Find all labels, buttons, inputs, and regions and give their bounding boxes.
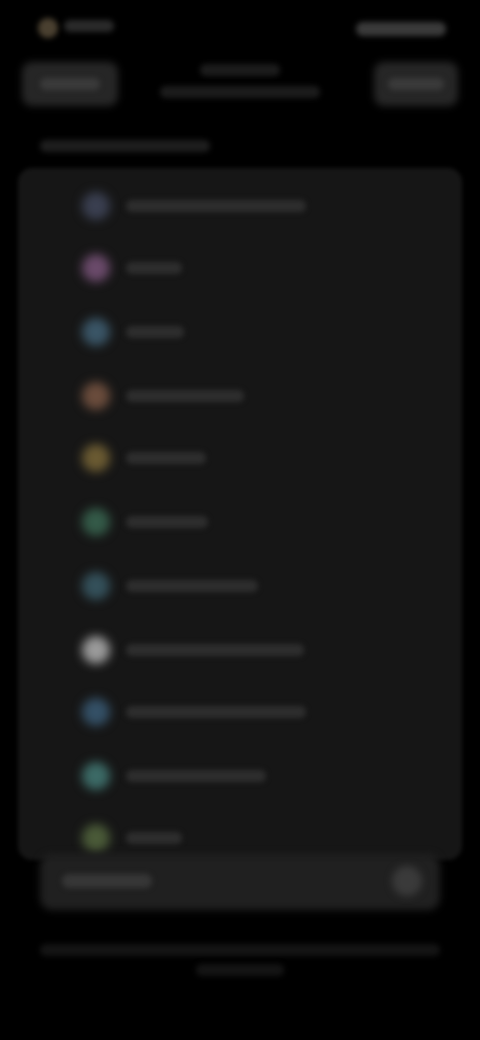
status-icons — [356, 22, 446, 36]
list-item[interactable] — [18, 302, 462, 362]
list-item-label — [126, 770, 266, 782]
circle-icon — [82, 636, 110, 664]
footer-text — [40, 944, 440, 956]
circle-icon — [82, 192, 110, 220]
list-item-label — [126, 832, 182, 844]
circle-icon — [82, 508, 110, 536]
list-item[interactable] — [18, 176, 462, 236]
list-item[interactable] — [18, 366, 462, 426]
list-item[interactable] — [18, 492, 462, 552]
list-item[interactable] — [18, 746, 462, 806]
status-time — [38, 18, 58, 38]
section-header — [40, 140, 210, 152]
nav-title-group — [150, 60, 330, 104]
list-item-label — [126, 452, 206, 464]
status-carrier — [64, 20, 114, 32]
status-bar — [0, 0, 480, 56]
circle-icon — [82, 254, 110, 282]
circle-icon — [82, 444, 110, 472]
list-item[interactable] — [18, 682, 462, 742]
circle-icon — [82, 572, 110, 600]
circle-icon — [82, 318, 110, 346]
nav-title — [200, 64, 280, 76]
list-item-label — [126, 200, 306, 212]
bottom-action-label — [62, 874, 152, 888]
list-item[interactable] — [18, 428, 462, 488]
list-item[interactable] — [18, 620, 462, 680]
nav-subtitle — [160, 86, 320, 98]
circle-icon — [82, 824, 110, 852]
circle-icon — [82, 762, 110, 790]
list-item-label — [126, 580, 258, 592]
list-item-label — [126, 326, 184, 338]
plus-icon[interactable] — [392, 866, 422, 896]
list-item[interactable] — [18, 556, 462, 616]
list-item-label — [126, 644, 304, 656]
list-item[interactable] — [18, 238, 462, 298]
footer-text-secondary — [196, 964, 284, 976]
circle-icon — [82, 382, 110, 410]
nav-back-label — [40, 78, 100, 90]
circle-icon — [82, 698, 110, 726]
list-item-label — [126, 262, 182, 274]
nav-action-label — [388, 78, 444, 90]
list-item-label — [126, 390, 244, 402]
list-item-label — [126, 706, 306, 718]
list-item-label — [126, 516, 208, 528]
